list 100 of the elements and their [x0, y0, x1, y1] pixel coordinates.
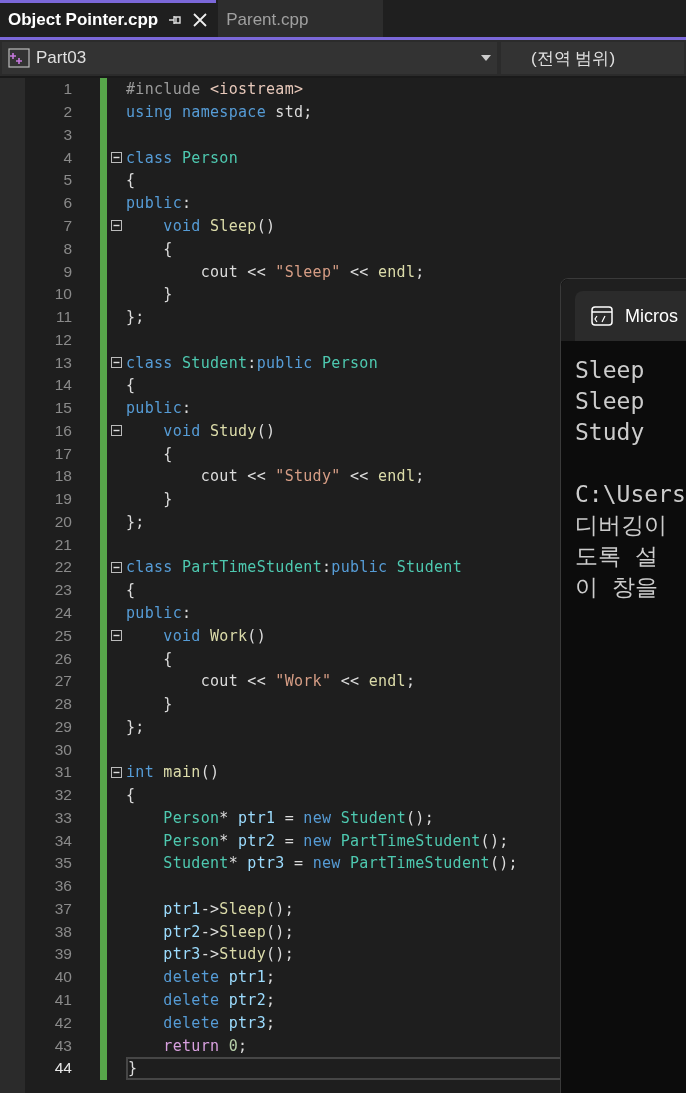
collapse-icon[interactable]	[111, 152, 122, 164]
line-number: 1	[62, 80, 72, 99]
line-number: 10	[53, 285, 72, 304]
collapse-icon[interactable]	[111, 766, 122, 778]
line-number: 4	[62, 148, 72, 167]
line-number: 38	[53, 922, 72, 941]
line-number: 41	[53, 991, 72, 1009]
line-number: 36	[53, 877, 72, 896]
code-line: delete ptr1;	[162, 968, 276, 987]
code-line: public:	[126, 194, 192, 213]
code-line: class Student:public Person	[126, 353, 378, 372]
code-line: }	[162, 695, 173, 714]
console-message: 이 창을	[575, 573, 659, 602]
line-number: 6	[62, 194, 72, 213]
code-line: {	[126, 581, 136, 600]
code-line: using namespace std;	[126, 103, 313, 122]
code-line: #include <iostream>	[126, 80, 304, 99]
code-line: void Study()	[162, 421, 276, 440]
collapse-icon[interactable]	[111, 220, 122, 232]
collapse-icon[interactable]	[111, 425, 122, 437]
collapse-icon[interactable]	[111, 630, 122, 642]
line-number: 19	[53, 490, 72, 509]
code-line: };	[126, 308, 145, 327]
line-number: 33	[53, 808, 72, 827]
line-number: 17	[53, 444, 72, 463]
code-line: };	[126, 717, 145, 736]
collapse-icon[interactable]	[111, 561, 122, 573]
code-line: delete ptr2;	[162, 991, 276, 1009]
line-number: 7	[62, 216, 72, 235]
line-number: 22	[53, 558, 72, 577]
code-line: delete ptr3;	[162, 1013, 276, 1032]
code-line: {	[126, 171, 136, 190]
code-line: Student* ptr3 = new PartTimeStudent();	[162, 854, 518, 873]
line-number: 18	[53, 467, 72, 486]
code-line: };	[126, 512, 145, 531]
line-number: 32	[53, 786, 72, 805]
terminal-icon	[591, 306, 613, 326]
code-line: cout << "Work" << endl;	[199, 672, 416, 691]
console-output: Study	[575, 418, 646, 447]
code-line: return 0;	[162, 1036, 248, 1055]
line-number: 13	[53, 353, 72, 372]
code-line: }	[162, 490, 173, 509]
code-line: {	[126, 786, 136, 805]
console-title: Micros	[625, 305, 678, 327]
project-icon	[8, 48, 30, 68]
code-line: ptr3->Study();	[162, 945, 294, 964]
line-number: 43	[53, 1036, 72, 1055]
line-number: 40	[53, 968, 72, 987]
close-icon[interactable]	[192, 12, 209, 28]
caret-icon	[481, 55, 491, 61]
code-line: Person* ptr1 = new Student();	[162, 808, 434, 827]
console-output: Sleep	[575, 356, 646, 385]
line-number: 16	[53, 421, 72, 440]
code-line: }	[128, 1059, 138, 1078]
line-number: 30	[53, 740, 72, 759]
code-line: public:	[126, 399, 192, 418]
code-line: cout << "Study" << endl;	[199, 467, 425, 486]
line-number: 21	[53, 535, 72, 554]
code-line: class Person	[126, 148, 238, 167]
file-tab[interactable]: Parent.cpp	[218, 0, 384, 37]
code-line: Person* ptr2 = new PartTimeStudent();	[162, 831, 509, 850]
line-number: 14	[53, 376, 72, 395]
line-number: 31	[53, 763, 72, 782]
code-line: void Work()	[162, 626, 266, 645]
code-line: void Sleep()	[162, 216, 276, 235]
collapse-icon[interactable]	[111, 357, 122, 369]
line-number: 34	[53, 831, 72, 850]
line-number: 2	[62, 103, 72, 122]
line-number: 23	[53, 581, 72, 600]
code-line: {	[162, 239, 173, 258]
code-line: cout << "Sleep" << endl;	[199, 262, 425, 281]
console-message: C:\Users	[575, 480, 686, 509]
scope-dropdown[interactable]: (전역 범위)	[501, 42, 684, 74]
line-number: 37	[53, 899, 72, 918]
line-number: 42	[53, 1013, 72, 1032]
line-number: 11	[54, 308, 72, 327]
line-number: 20	[53, 512, 72, 531]
console-message: 디버깅이	[575, 511, 668, 540]
line-number: 26	[53, 649, 72, 668]
code-line: ptr2->Sleep();	[162, 922, 294, 941]
code-line: ptr1->Sleep();	[162, 899, 294, 918]
line-number: 44	[53, 1059, 72, 1078]
project-dropdown[interactable]: Part03	[2, 42, 497, 74]
line-number: 39	[53, 945, 72, 964]
line-number: 12	[53, 330, 72, 349]
line-number: 24	[53, 604, 72, 622]
code-line: public:	[126, 604, 192, 622]
console-output: Sleep	[575, 387, 646, 416]
line-number: 29	[53, 717, 72, 736]
line-number: 27	[53, 672, 72, 691]
pin-icon[interactable]	[168, 14, 183, 26]
code-line: class PartTimeStudent:public Student	[126, 558, 462, 577]
code-line: int main()	[126, 763, 220, 782]
line-number: 8	[62, 239, 72, 258]
line-number: 25	[53, 626, 72, 645]
code-line: {	[162, 444, 173, 463]
code-line: {	[162, 649, 173, 668]
code-line: {	[126, 376, 136, 395]
console-message: 도록 설	[575, 542, 659, 571]
code-line: }	[162, 285, 173, 304]
